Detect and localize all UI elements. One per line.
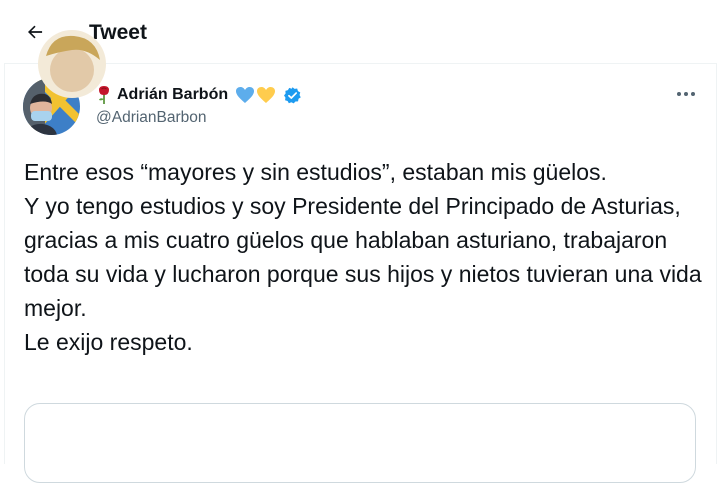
verified-badge-icon [284, 86, 301, 103]
more-options-button[interactable] [672, 82, 700, 106]
author-handle[interactable]: @AdrianBarbon [96, 109, 207, 127]
author-name[interactable]: Adrián Barbón [117, 86, 228, 104]
tweet-text: Entre esos “mayores y sin estudios”, est… [24, 155, 704, 359]
tweet-paragraph: Le exijo respeto. [24, 329, 193, 355]
quoted-tweet-avatar [38, 30, 106, 98]
more-horizontal-icon [677, 92, 695, 96]
quoted-avatar-image [38, 30, 106, 98]
tweet-paragraph: Y yo tengo estudios y soy Presidente del… [24, 193, 702, 321]
yellow-heart-icon [257, 87, 276, 103]
rose-icon [99, 86, 109, 104]
quoted-tweet-card[interactable] [24, 403, 696, 483]
name-emoji [235, 86, 276, 104]
blue-heart-icon [236, 87, 255, 103]
arrow-left-icon [28, 25, 43, 39]
tweet-paragraph: Entre esos “mayores y sin estudios”, est… [24, 159, 607, 185]
author-row: Adrián Barbón [96, 84, 302, 106]
top-bar: Tweet [0, 0, 720, 64]
